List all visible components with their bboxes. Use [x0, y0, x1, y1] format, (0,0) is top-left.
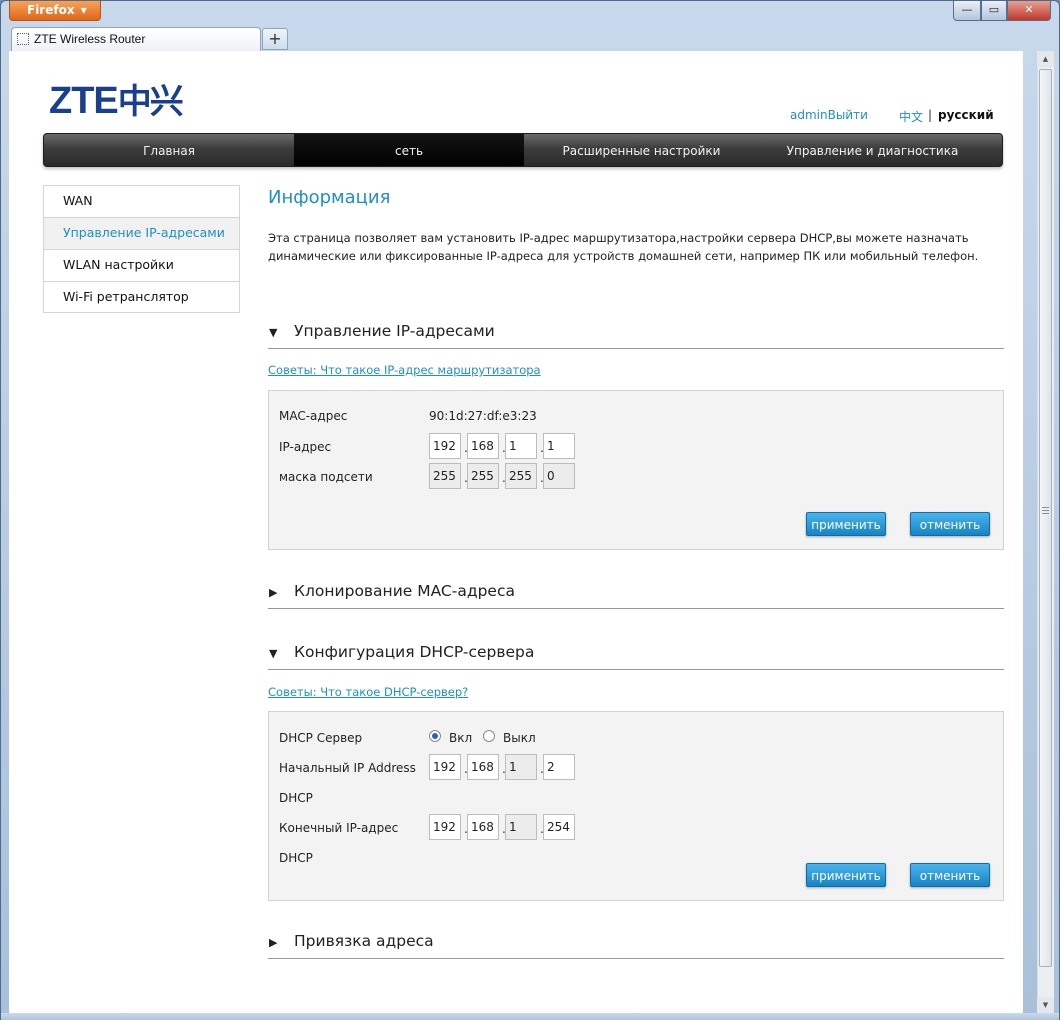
section-dhcp[interactable]: ▼ Конфигурация DHCP-сервера — [268, 640, 1004, 670]
mask-octet-1-input[interactable]: 255 — [429, 463, 461, 489]
dhcp-start-octet-4-input[interactable]: 2 — [543, 754, 575, 780]
triangle-right-icon: ▶ — [269, 586, 278, 599]
subnet-mask-label: маска подсети — [279, 470, 373, 484]
main-nav: Главная сеть Расширенные настройки Управ… — [43, 133, 1003, 167]
scroll-down-icon[interactable]: ▼ — [1037, 997, 1054, 1013]
ip-cancel-button[interactable]: отменить — [910, 512, 990, 536]
page-description: Эта страница позволяет вам установить IP… — [268, 231, 979, 263]
sidebar-item-ip-management[interactable]: Управление IP-адресами — [43, 217, 240, 249]
triangle-right-icon: ▶ — [269, 936, 278, 949]
nav-item-home[interactable]: Главная — [44, 134, 294, 166]
dhcp-start-label: Начальный IP Address — [279, 761, 416, 775]
language-separator: | — [928, 108, 933, 122]
dhcp-off-label[interactable]: Выкл — [503, 731, 536, 745]
logo-chinese: 中兴 — [117, 83, 184, 121]
browser-tab[interactable]: ZTE Wireless Router — [11, 27, 261, 51]
admin-logout-link[interactable]: adminВыйти — [790, 108, 868, 124]
dhcp-end-octet-1-input[interactable]: 192 — [429, 814, 461, 840]
dhcp-start-octet-3-input[interactable]: 1 — [505, 754, 537, 780]
ip-octet-2-input[interactable]: 168 — [467, 433, 499, 459]
nav-item-management[interactable]: Управление и диагностика — [759, 134, 986, 166]
section-dhcp-title: Конфигурация DHCP-сервера — [294, 643, 535, 661]
nav-item-network[interactable]: сеть — [294, 134, 524, 166]
mac-address-value: 90:1d:27:df:e3:23 — [429, 409, 537, 423]
dhcp-end-label: Конечный IP-адрес — [279, 821, 399, 835]
section-address-binding-title: Привязка адреса — [294, 932, 434, 950]
tab-bar: ZTE Wireless Router + — [1, 25, 1059, 51]
mask-octet-4-input[interactable]: 0 — [543, 463, 575, 489]
dhcp-start-octet-2-input[interactable]: 168 — [467, 754, 499, 780]
close-window-button[interactable]: ✕ — [1007, 1, 1051, 21]
dhcp-cancel-button[interactable]: отменить — [910, 863, 990, 887]
mac-address-label: MAC-адрес — [279, 409, 348, 423]
dhcp-on-label[interactable]: Вкл — [449, 731, 472, 745]
browser-tab-title: ZTE Wireless Router — [34, 32, 146, 46]
ip-octet-3-input[interactable]: 1 — [505, 433, 537, 459]
ip-apply-button[interactable]: применить — [806, 512, 886, 536]
language-russian-link[interactable]: русский — [938, 108, 994, 124]
minimize-button[interactable]: — — [953, 1, 981, 21]
dhcp-end-label-2: DHCP — [279, 851, 313, 865]
scroll-thumb[interactable] — [1039, 69, 1052, 967]
section-mac-clone-title: Клонирование MAC-адреса — [294, 582, 515, 600]
ip-settings-panel: MAC-адрес 90:1d:27:df:e3:23 IP-адрес 192… — [268, 390, 1004, 550]
sidebar-item-wifi-repeater[interactable]: Wi-Fi ретранслятор — [43, 281, 240, 313]
triangle-down-icon: ▼ — [269, 647, 278, 660]
dhcp-on-radio[interactable] — [429, 730, 441, 742]
firefox-menu-label: Firefox — [27, 3, 75, 17]
tip-dhcp-link[interactable]: Советы: Что такое DHCP-сервер? — [268, 685, 468, 699]
dhcp-server-label: DHCP Сервер — [279, 731, 363, 745]
section-address-binding[interactable]: ▶ Привязка адреса — [268, 929, 1004, 959]
grip-icon — [1042, 507, 1049, 514]
new-tab-button[interactable]: + — [262, 28, 288, 50]
dhcp-end-octet-4-input[interactable]: 254 — [543, 814, 575, 840]
window-bottom-frame — [1, 1013, 1059, 1020]
browser-window: Firefox ▼ — ▭ ✕ ZTE Wireless Router + ZTE… — [0, 0, 1060, 1020]
chevron-down-icon: ▼ — [80, 6, 87, 15]
page-title: Информация — [268, 187, 391, 208]
dhcp-end-octet-3-input[interactable]: 1 — [505, 814, 537, 840]
ip-address-label: IP-адрес — [279, 440, 332, 454]
logo-latin: ZTE — [49, 80, 119, 122]
ip-octet-1-input[interactable]: 192 — [429, 433, 461, 459]
window-controls: — ▭ ✕ — [953, 1, 1051, 21]
sidebar-item-wan[interactable]: WAN — [43, 185, 240, 217]
triangle-down-icon: ▼ — [269, 326, 278, 339]
tip-router-ip-link[interactable]: Советы: Что такое IP-адрес маршрутизатор… — [268, 363, 541, 377]
zte-logo: ZTE中兴 — [49, 80, 184, 122]
page-viewport: ZTE中兴 adminВыйти 中文 | русский Главная се… — [9, 51, 1023, 1013]
sidebar: WAN Управление IP-адресами WLAN настройк… — [43, 185, 240, 313]
maximize-button[interactable]: ▭ — [981, 1, 1007, 21]
language-chinese-link[interactable]: 中文 — [899, 108, 923, 124]
dhcp-settings-panel: DHCP Сервер Вкл Выкл Начальный IP Addres… — [268, 711, 1004, 901]
dhcp-end-octet-2-input[interactable]: 168 — [467, 814, 499, 840]
mask-octet-2-input[interactable]: 255 — [467, 463, 499, 489]
dhcp-start-octet-1-input[interactable]: 192 — [429, 754, 461, 780]
scroll-up-icon[interactable]: ▲ — [1037, 51, 1054, 67]
nav-item-advanced[interactable]: Расширенные настройки — [524, 134, 759, 166]
section-ip-management-title: Управление IP-адресами — [294, 322, 495, 340]
section-ip-management[interactable]: ▼ Управление IP-адресами — [268, 319, 1004, 349]
mask-octet-3-input[interactable]: 255 — [505, 463, 537, 489]
dhcp-off-radio[interactable] — [483, 730, 495, 742]
dhcp-apply-button[interactable]: применить — [806, 863, 886, 887]
vertical-scrollbar[interactable]: ▲ ▼ — [1023, 51, 1054, 1013]
section-mac-clone[interactable]: ▶ Клонирование MAC-адреса — [268, 579, 1004, 609]
title-bar: Firefox ▼ — ▭ ✕ — [1, 1, 1059, 25]
sidebar-item-wlan[interactable]: WLAN настройки — [43, 249, 240, 281]
page-favicon-icon — [17, 33, 29, 45]
firefox-menu-button[interactable]: Firefox ▼ — [9, 1, 101, 21]
ip-octet-4-input[interactable]: 1 — [543, 433, 575, 459]
dhcp-start-label-2: DHCP — [279, 791, 313, 805]
